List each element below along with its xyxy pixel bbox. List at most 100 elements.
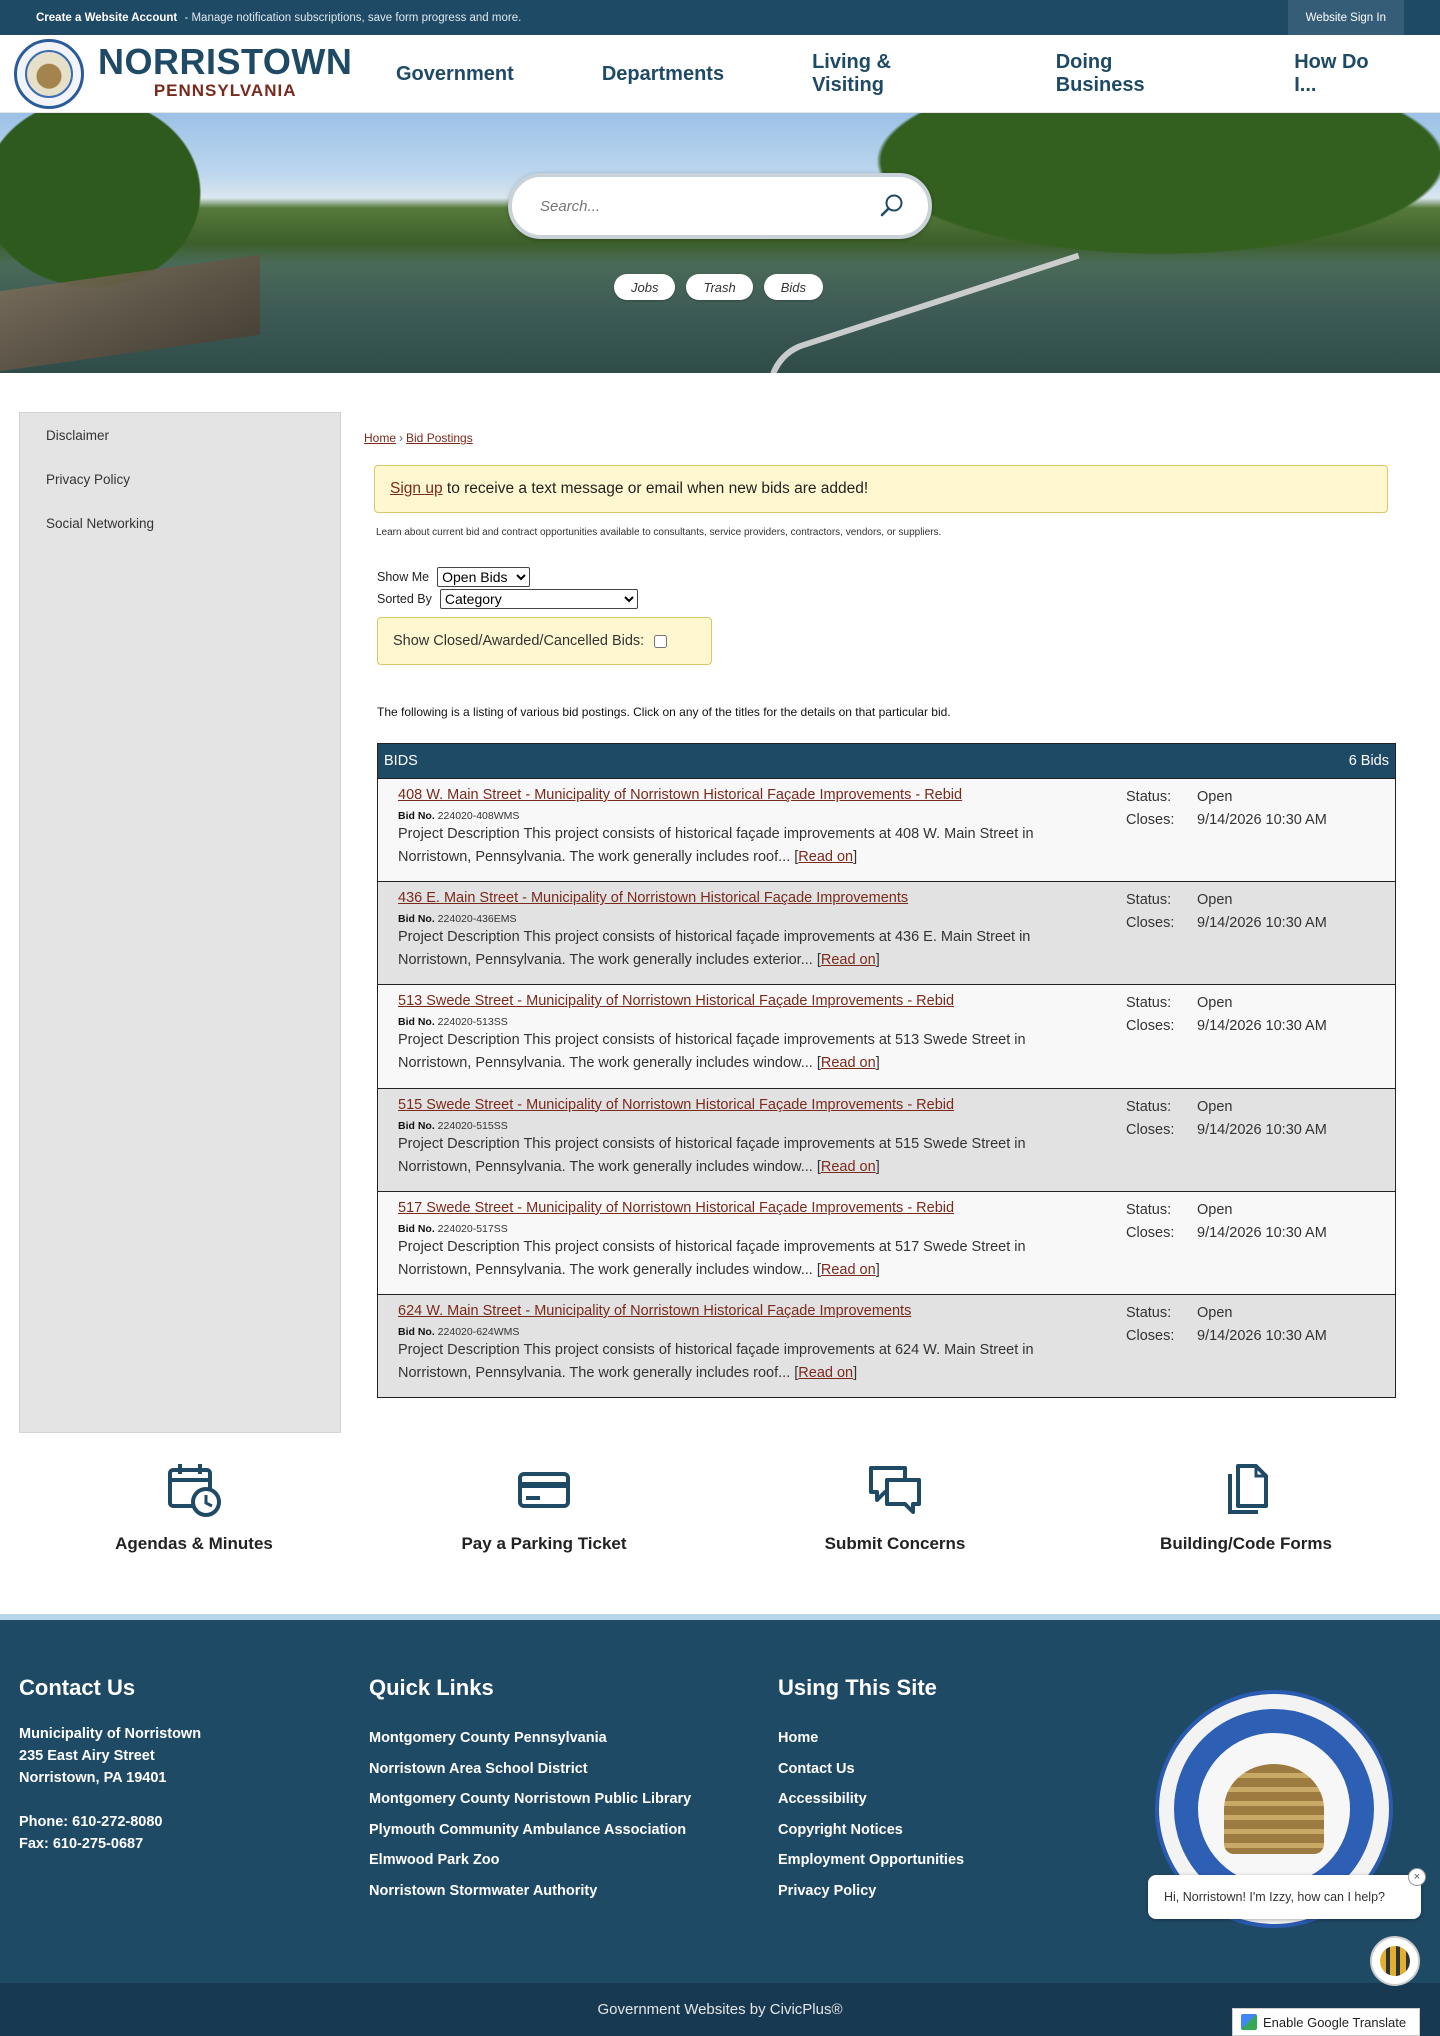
hero-banner: Jobs Trash Bids	[0, 113, 1440, 373]
top-bar: Create a Website Account - Manage notifi…	[0, 0, 1440, 35]
google-translate-button[interactable]: Enable Google Translate	[1232, 2008, 1420, 2036]
footer-link-accessibility[interactable]: Accessibility	[778, 1784, 964, 1815]
status-label: Status:	[1126, 1201, 1172, 1218]
create-account-link[interactable]: Create a Website Account	[36, 12, 177, 24]
intro-text: Learn about current bid and contract opp…	[376, 527, 942, 538]
closes-value: 9/14/2026 10:30 AM	[1197, 1018, 1327, 1035]
bid-no-label: Bid No.	[398, 1222, 435, 1235]
bid-desc-text: Project Description This project consist…	[398, 929, 1031, 969]
bid-no-value: 224020-517SS	[437, 1222, 508, 1235]
sidebar-item-social-networking[interactable]: Social Networking	[20, 501, 340, 545]
bid-title-link[interactable]: 408 W. Main Street - Municipality of Nor…	[398, 787, 962, 803]
status-label: Status:	[1126, 995, 1172, 1012]
show-me-label: Show Me	[377, 570, 430, 584]
website-sign-in-button[interactable]: Website Sign In	[1287, 0, 1404, 35]
bid-description: Project Description This project consist…	[398, 1238, 1026, 1278]
bid-no-label: Bid No.	[398, 913, 435, 926]
documents-icon	[1228, 1464, 1268, 1514]
footer-credit-bar: Government Websites by CivicPlus®	[0, 1983, 1440, 2036]
municipal-seal-logo[interactable]	[14, 39, 84, 109]
status-label: Status:	[1126, 892, 1172, 909]
bid-title-link[interactable]: 515 Swede Street - Municipality of Norri…	[398, 1097, 954, 1113]
bid-row: 408 W. Main Street - Municipality of Nor…	[378, 778, 1395, 882]
pill-trash[interactable]: Trash	[686, 274, 753, 300]
google-translate-icon	[1241, 2014, 1257, 2030]
signup-text: to receive a text message or email when …	[442, 480, 869, 497]
pill-bids[interactable]: Bids	[763, 274, 824, 300]
nav-doing-business[interactable]: Doing Business	[1012, 51, 1251, 97]
bid-title-link[interactable]: 517 Swede Street - Municipality of Norri…	[398, 1200, 954, 1216]
search-icon[interactable]	[878, 192, 906, 220]
quick-agendas-minutes[interactable]: Agendas & Minutes	[44, 1460, 344, 1554]
site-brand[interactable]: NORRISTOWN PENNSYLVANIA	[98, 43, 352, 101]
show-me-select[interactable]: Open Bids	[437, 567, 531, 587]
quick-submit-concerns[interactable]: Submit Concerns	[745, 1460, 1045, 1554]
sidebar-item-disclaimer[interactable]: Disclaimer	[20, 413, 340, 457]
read-on-link[interactable]: Read on	[821, 1159, 876, 1175]
footer-link-stormwater[interactable]: Norristown Stormwater Authority	[369, 1876, 691, 1907]
main-nav: Government Departments Living & Visiting…	[352, 35, 1440, 113]
sign-up-link[interactable]: Sign up	[390, 480, 443, 498]
status-label: Status:	[1126, 789, 1172, 805]
read-on-link[interactable]: Read on	[798, 1365, 853, 1381]
closes-value: 9/14/2026 10:30 AM	[1197, 1224, 1327, 1241]
footer-link-ambulance[interactable]: Plymouth Community Ambulance Association	[369, 1815, 691, 1846]
footer-link-public-library[interactable]: Montgomery County Norristown Public Libr…	[369, 1784, 691, 1815]
chat-close-icon[interactable]: ×	[1408, 1868, 1426, 1886]
sidebar-item-privacy-policy[interactable]: Privacy Policy	[20, 457, 340, 501]
read-on-link[interactable]: Read on	[821, 1055, 876, 1071]
nav-living-visiting[interactable]: Living & Visiting	[768, 51, 1012, 97]
quick-concerns-label: Submit Concerns	[824, 1534, 966, 1553]
breadcrumb-bid-postings[interactable]: Bid Postings	[406, 431, 473, 445]
footer-link-contact[interactable]: Contact Us	[778, 1754, 964, 1785]
read-on-link[interactable]: Read on	[821, 1262, 876, 1278]
quick-pay-parking-ticket[interactable]: Pay a Parking Ticket	[394, 1460, 694, 1554]
footer-link-copyright[interactable]: Copyright Notices	[778, 1815, 964, 1846]
chatbot-greeting[interactable]: Hi, Norristown! I'm Izzy, how can I help…	[1148, 1875, 1421, 1919]
nav-departments[interactable]: Departments	[558, 63, 768, 86]
sidebar: Disclaimer Privacy Policy Social Network…	[19, 412, 341, 1433]
quick-links-heading: Quick Links	[369, 1675, 494, 1700]
brand-town: NORRISTOWN	[98, 41, 353, 82]
footer-link-employment[interactable]: Employment Opportunities	[778, 1845, 964, 1876]
bid-title-link[interactable]: 513 Swede Street - Municipality of Norri…	[398, 993, 954, 1009]
footer-link-privacy[interactable]: Privacy Policy	[778, 1876, 964, 1907]
read-on-link[interactable]: Read on	[821, 952, 876, 968]
search-input[interactable]	[540, 197, 878, 215]
quick-agendas-label: Agendas & Minutes	[115, 1534, 273, 1553]
quick-building-code-forms[interactable]: Building/Code Forms	[1096, 1460, 1396, 1554]
sorted-by-select[interactable]: Category	[439, 589, 638, 609]
bid-meta: Status: Open Closes: 9/14/2026 10:30 AM	[1126, 1302, 1327, 1348]
bid-meta: Status: Open Closes: 9/14/2026 10:30 AM	[1126, 1199, 1327, 1245]
civicplus-credit[interactable]: Government Websites by CivicPlus®	[597, 2001, 842, 2018]
read-on-link[interactable]: Read on	[798, 849, 853, 865]
bids-table: BIDS 6 Bids 408 W. Main Street - Municip…	[377, 743, 1396, 1399]
contact-street: 235 East Airy Street	[19, 1748, 155, 1764]
main-content: Home › Bid Postings Sign up to receive a t…	[364, 431, 1396, 1399]
bids-count: 6 Bids	[1348, 753, 1389, 769]
nav-government[interactable]: Government	[352, 63, 558, 86]
brand-state: PENNSYLVANIA	[153, 81, 297, 100]
bid-description: Project Description This project consist…	[398, 929, 1031, 969]
account-description: - Manage notification subscriptions, sav…	[184, 11, 522, 24]
bid-row: 513 Swede Street - Municipality of Norri…	[378, 984, 1395, 1088]
chatbot-avatar-button[interactable]	[1370, 1936, 1420, 1986]
pill-jobs[interactable]: Jobs	[614, 274, 676, 300]
closed-bids-checkbox[interactable]	[654, 634, 668, 648]
bid-row: 624 W. Main Street - Municipality of Nor…	[378, 1293, 1395, 1398]
footer-link-zoo[interactable]: Elmwood Park Zoo	[369, 1845, 691, 1876]
nav-how-do-i[interactable]: How Do I...	[1250, 51, 1440, 97]
popular-searches: Jobs Trash Bids	[614, 274, 824, 300]
bid-title-link[interactable]: 624 W. Main Street - Municipality of Nor…	[398, 1303, 911, 1319]
page-content: Disclaimer Privacy Policy Social Network…	[0, 373, 1440, 1443]
footer-link-school-district[interactable]: Norristown Area School District	[369, 1754, 691, 1785]
bid-no-label: Bid No.	[398, 810, 435, 822]
breadcrumb-separator: ›	[399, 431, 404, 445]
footer-link-montgomery-county[interactable]: Montgomery County Pennsylvania	[369, 1723, 691, 1754]
breadcrumb-home[interactable]: Home	[364, 431, 396, 445]
footer-link-home[interactable]: Home	[778, 1723, 964, 1754]
signup-notice: Sign up to receive a text message or ema…	[374, 465, 1388, 513]
bid-title-link[interactable]: 436 E. Main Street - Municipality of Nor…	[398, 890, 908, 906]
bid-no-value: 224020-624WMS	[437, 1325, 520, 1338]
bid-meta: Status: Open Closes: 9/14/2026 10:30 AM	[1126, 992, 1327, 1038]
